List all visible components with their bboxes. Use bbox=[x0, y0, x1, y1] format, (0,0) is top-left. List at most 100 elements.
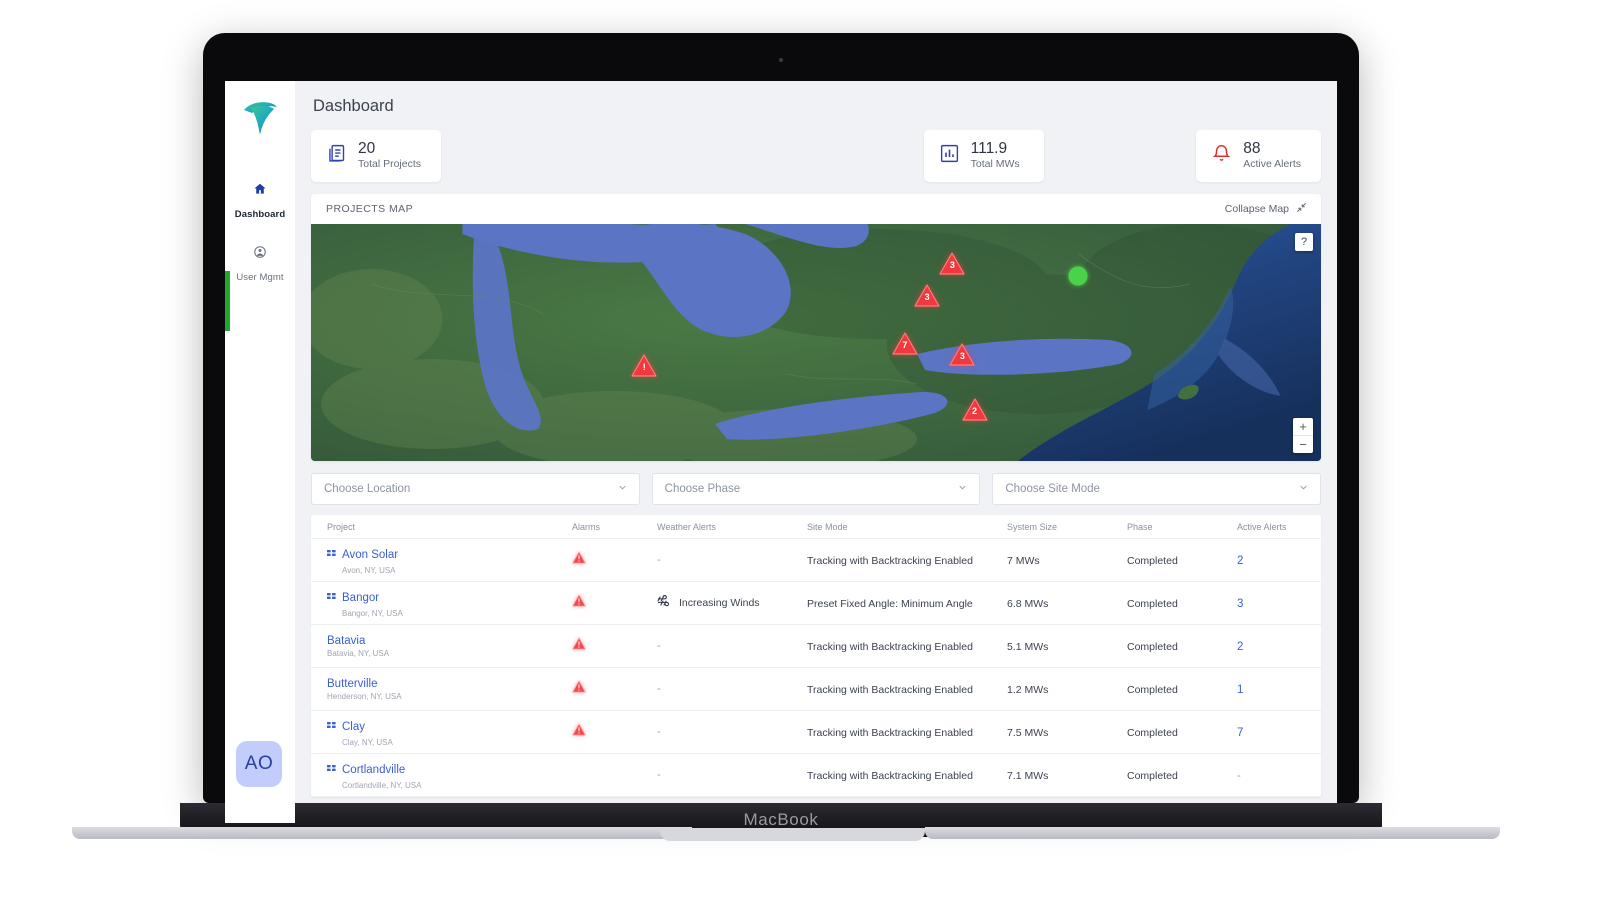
cell-project: Avon Solar Avon, NY, USA bbox=[311, 546, 566, 575]
choose-site-mode-select[interactable]: Choose Site Mode bbox=[992, 473, 1322, 505]
cell-active-alerts: 7 bbox=[1231, 723, 1321, 741]
map-zoom-controls: + − bbox=[1293, 418, 1313, 453]
user-icon bbox=[228, 245, 292, 264]
table-row[interactable]: Batavia Batavia, NY, USA - Tracking with Ba… bbox=[311, 625, 1321, 668]
project-name-link[interactable]: Avon Solar bbox=[342, 549, 398, 561]
cell-site-mode: Tracking with Backtracking Enabled bbox=[801, 551, 1001, 569]
choose-phase-select[interactable]: Choose Phase bbox=[651, 473, 981, 505]
active-alerts-link[interactable]: 2 bbox=[1237, 641, 1243, 653]
kpi-active-alerts[interactable]: 88 Active Alerts bbox=[1196, 130, 1321, 182]
laptop-base-notch bbox=[660, 828, 925, 841]
table-body: Avon Solar Avon, NY, USA - Tracking with Ba… bbox=[311, 539, 1321, 797]
wind-icon bbox=[657, 594, 671, 612]
active-alerts-link[interactable]: 7 bbox=[1237, 727, 1243, 739]
site-mode-text: Tracking with Backtracking Enabled bbox=[807, 684, 973, 696]
kpi-total-mws-value: 111.9 bbox=[970, 140, 1008, 158]
kpi-active-alerts-value: 88 bbox=[1243, 140, 1261, 158]
cell-system-size: 1.2 MWs bbox=[1001, 680, 1121, 698]
alert-triangle-icon: 3 bbox=[949, 343, 976, 366]
map-zoom-in-button[interactable]: + bbox=[1293, 418, 1313, 435]
cell-system-size: 6.8 MWs bbox=[1001, 594, 1121, 612]
project-location: Avon, NY, USA bbox=[342, 565, 396, 575]
table-row[interactable]: Avon Solar Avon, NY, USA - Tracking with Ba… bbox=[311, 539, 1321, 582]
active-alerts-link[interactable]: 2 bbox=[1237, 555, 1243, 567]
cell-system-size: 7.1 MWs bbox=[1001, 766, 1121, 784]
kpi-total-mws[interactable]: 111.9 Total MWs bbox=[923, 130, 1044, 182]
laptop-screen: Dashboard User Mgmt AO Dashboard 20 Tota… bbox=[225, 81, 1337, 823]
table-row[interactable]: Cortlandville Cortlandville, NY, USA - Trac… bbox=[311, 754, 1321, 797]
project-location: Cortlandville, NY, USA bbox=[342, 780, 422, 790]
cell-phase: Completed bbox=[1121, 594, 1231, 612]
cell-weather-alerts: - bbox=[651, 554, 801, 566]
sidebar-item-dashboard[interactable]: Dashboard bbox=[226, 175, 294, 228]
phase-text: Completed bbox=[1127, 770, 1178, 782]
site-mode-text: Tracking with Backtracking Enabled bbox=[807, 641, 973, 653]
kpi-total-projects-caption: Total Projects bbox=[358, 157, 422, 170]
cell-weather-alerts: - bbox=[651, 769, 801, 781]
cell-active-alerts: 2 bbox=[1231, 637, 1321, 655]
kpi-total-projects[interactable]: 20 Total Projects bbox=[311, 130, 442, 182]
map-marker-count: 3 bbox=[924, 292, 930, 303]
site-mode-text: Tracking with Backtracking Enabled bbox=[807, 727, 973, 739]
phase-text: Completed bbox=[1127, 684, 1178, 696]
sidebar-item-user-mgmt-label: User Mgmt bbox=[236, 272, 284, 283]
choose-phase-label: Choose Phase bbox=[664, 483, 741, 495]
collapse-map-button[interactable]: Collapse Map bbox=[1225, 200, 1307, 218]
cell-site-mode: Tracking with Backtracking Enabled bbox=[801, 637, 1001, 655]
choose-location-label: Choose Location bbox=[324, 483, 411, 495]
cell-active-alerts: 2 bbox=[1231, 551, 1321, 569]
map-zoom-out-button[interactable]: − bbox=[1293, 436, 1313, 453]
map-marker-count: 2 bbox=[972, 405, 978, 416]
avatar[interactable]: AO bbox=[236, 741, 282, 787]
grid-icon bbox=[327, 761, 336, 779]
cell-phase: Completed bbox=[1121, 680, 1231, 698]
phase-text: Completed bbox=[1127, 727, 1178, 739]
table-row[interactable]: Butterville Henderson, NY, USA - Tracking w… bbox=[311, 668, 1321, 711]
cell-phase: Completed bbox=[1121, 637, 1231, 655]
map-marker-count: 3 bbox=[949, 260, 955, 271]
bar-chart-icon bbox=[939, 143, 960, 169]
cell-active-alerts: - bbox=[1231, 766, 1321, 784]
system-size-text: 7.5 MWs bbox=[1007, 727, 1049, 739]
project-name-link[interactable]: Batavia bbox=[327, 635, 365, 647]
map-help-button[interactable]: ? bbox=[1295, 233, 1313, 251]
projects-map[interactable]: ! 3 3 7 3 2 ? + − bbox=[311, 224, 1321, 461]
project-name-link[interactable]: Butterville bbox=[327, 678, 378, 690]
active-alerts-link[interactable]: - bbox=[1237, 770, 1241, 782]
project-location: Henderson, NY, USA bbox=[327, 691, 402, 701]
project-name-link[interactable]: Clay bbox=[342, 721, 365, 733]
project-name-link[interactable]: Cortlandville bbox=[342, 764, 405, 776]
map-marker-ok[interactable] bbox=[1068, 266, 1088, 286]
cell-active-alerts: 3 bbox=[1231, 594, 1321, 612]
table-row[interactable]: Bangor Bangor, NY, USA Increasing Winds Pre… bbox=[311, 582, 1321, 625]
cell-project: Butterville Henderson, NY, USA bbox=[311, 678, 566, 701]
sidebar-item-user-mgmt[interactable]: User Mgmt bbox=[226, 238, 294, 291]
page-title: Dashboard bbox=[313, 97, 394, 115]
project-location: Bangor, NY, USA bbox=[342, 608, 403, 618]
dashboard-app: Dashboard User Mgmt AO Dashboard 20 Tota… bbox=[225, 81, 1337, 823]
table-row[interactable]: Clay Clay, NY, USA - Tracking with Backtrac… bbox=[311, 711, 1321, 754]
chevron-down-icon bbox=[617, 480, 628, 498]
cell-system-size: 7 MWs bbox=[1001, 551, 1121, 569]
projects-map-header: PROJECTS MAP Collapse Map bbox=[311, 194, 1321, 224]
site-mode-text: Tracking with Backtracking Enabled bbox=[807, 555, 973, 567]
company-logo bbox=[238, 95, 282, 139]
projects-table: Project Alarms Weather Alerts Site Mode … bbox=[311, 515, 1321, 797]
cell-system-size: 7.5 MWs bbox=[1001, 723, 1121, 741]
projects-map-card: PROJECTS MAP Collapse Map ! 3 3 7 3 2 ? … bbox=[311, 194, 1321, 461]
sidebar: Dashboard User Mgmt AO bbox=[225, 81, 295, 823]
active-alerts-link[interactable]: 3 bbox=[1237, 598, 1243, 610]
phase-text: Completed bbox=[1127, 555, 1178, 567]
site-mode-text: Preset Fixed Angle: Minimum Angle bbox=[807, 598, 973, 610]
cell-weather-alerts: - bbox=[651, 726, 801, 738]
project-name-link[interactable]: Bangor bbox=[342, 592, 379, 604]
map-terrain bbox=[311, 224, 1321, 461]
alarm-triangle-icon bbox=[572, 637, 586, 654]
choose-location-select[interactable]: Choose Location bbox=[311, 473, 640, 505]
grid-icon bbox=[327, 589, 336, 607]
cell-weather-alerts: Increasing Winds bbox=[651, 594, 801, 612]
bell-icon bbox=[1211, 143, 1232, 169]
chevron-down-icon bbox=[957, 480, 968, 498]
system-size-text: 1.2 MWs bbox=[1007, 684, 1049, 696]
active-alerts-link[interactable]: 1 bbox=[1237, 684, 1243, 696]
